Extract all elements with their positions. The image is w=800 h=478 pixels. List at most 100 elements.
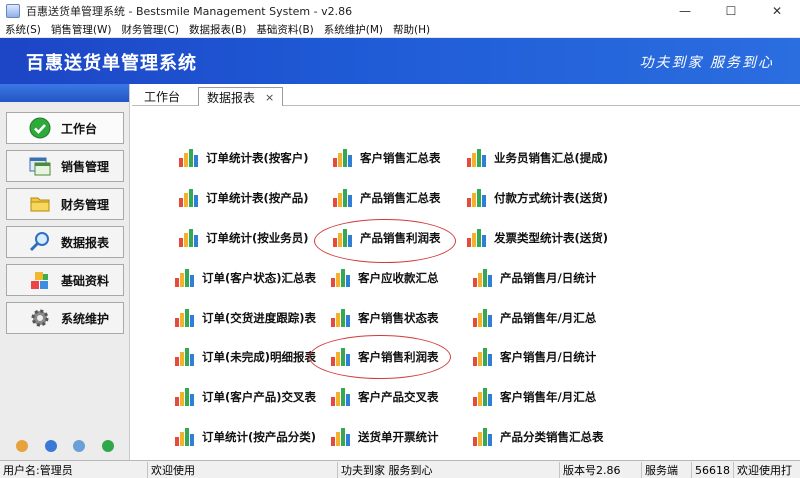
clock-icon[interactable] [44,440,57,452]
highlight-circle [309,335,451,379]
report-link[interactable]: 客户销售月/日统计 [472,347,596,367]
report-link[interactable]: 客户销售状态表 [330,308,439,328]
bar-chart-icon [332,148,354,168]
bar-chart-icon [332,188,354,208]
menu-basic-data[interactable]: 基础资料(B) [251,22,318,37]
banner: 百惠送货单管理系统 功夫到家 服务到心 [0,38,800,84]
report-label: 客户产品交叉表 [358,390,439,404]
report-label: 客户销售月/日统计 [500,350,597,364]
report-label: 订单(未完成)明细报表 [202,350,317,364]
report-label: 发票类型统计表(送货) [494,231,609,245]
report-link[interactable]: 订单统计(按业务员) [178,228,309,248]
report-link[interactable]: 订单(客户状态)汇总表 [174,268,316,288]
bar-chart-icon [178,228,200,248]
sidebar-item-maintenance[interactable]: 系统维护 [6,302,124,334]
folder-icon [29,193,51,215]
report-link[interactable]: 订单(客户产品)交叉表 [174,387,316,407]
bar-chart-icon [472,387,494,407]
app-icon [6,4,20,18]
report-link[interactable]: 送货单开票统计 [330,427,439,447]
bar-chart-icon [330,268,352,288]
menu-bar: 系统(S) 销售管理(W) 财务管理(C) 数据报表(B) 基础资料(B) 系统… [0,22,800,38]
menu-system[interactable]: 系统(S) [0,22,46,37]
report-link[interactable]: 发票类型统计表(送货) [466,228,608,248]
report-link[interactable]: 客户销售汇总表 [332,148,441,168]
sidebar-item-label: 数据报表 [61,235,110,250]
calculator-icon[interactable] [73,440,86,452]
report-link[interactable]: 产品分类销售汇总表 [472,427,604,447]
menu-sales[interactable]: 销售管理(W) [46,22,117,37]
report-label: 订单(客户状态)汇总表 [202,271,317,285]
bar-chart-icon [330,427,352,447]
menu-maintenance[interactable]: 系统维护(M) [319,22,388,37]
sidebar-item-sales[interactable]: 销售管理 [6,150,124,182]
report-label: 订单(交货进度跟踪)表 [202,311,317,325]
status-welcome-2: 欢迎使用打 [737,464,792,477]
tab-label: 工作台 [144,90,181,104]
report-label: 业务员销售汇总(提成) [494,151,609,165]
menu-reports[interactable]: 数据报表(B) [184,22,251,37]
bar-chart-icon [466,228,488,248]
sidebar-item-basic-data[interactable]: 基础资料 [6,264,124,296]
bar-chart-icon [330,308,352,328]
report-link[interactable]: 付款方式统计表(送货) [466,188,608,208]
report-link[interactable]: 业务员销售汇总(提成) [466,148,608,168]
report-link[interactable]: 客户产品交叉表 [330,387,439,407]
minimize-button[interactable]: — [662,0,708,22]
sidebar-toolbar [0,436,130,456]
bar-chart-icon [174,268,196,288]
status-welcome: 欢迎使用 [148,462,338,478]
maximize-button[interactable]: ☐ [708,0,754,22]
tab-workbench[interactable]: 工作台 [136,87,188,106]
status-server-port: 56618 [692,462,734,478]
menu-help[interactable]: 帮助(H) [388,22,435,37]
report-link[interactable]: 客户销售年/月汇总 [472,387,596,407]
report-label: 送货单开票统计 [358,430,439,444]
bar-chart-icon [174,427,196,447]
tab-reports[interactable]: 数据报表 × [198,87,284,106]
report-label: 订单统计表(按客户) [206,151,309,165]
report-link[interactable]: 订单统计(按产品分类) [174,427,316,447]
sidebar-item-workbench[interactable]: 工作台 [6,112,124,144]
report-label: 订单统计(按产品分类) [202,430,317,444]
tab-close-icon[interactable]: × [265,91,274,104]
report-link[interactable]: 订单统计表(按产品) [178,188,309,208]
tab-label: 数据报表 [207,90,256,105]
tab-bar: 工作台 数据报表 × [132,84,800,106]
window-icon [29,155,51,177]
report-link[interactable]: 产品销售月/日统计 [472,268,596,288]
report-label: 客户销售年/月汇总 [500,390,597,404]
status-bar: 用户名:管理员 欢迎使用 功夫到家 服务到心 版本号2.86 服务端 56618… [0,460,800,478]
exit-icon[interactable] [101,440,114,452]
report-panel: 订单统计表(按客户) 订单统计表(按产品) 订单统计(按业务员) 订单(客户状态)汇总… [132,106,800,460]
report-link[interactable]: 产品销售年/月汇总 [472,308,596,328]
report-label: 客户应收款汇总 [358,271,439,285]
gear-icon [29,307,51,329]
report-link[interactable]: 客户应收款汇总 [330,268,439,288]
report-label: 产品分类销售汇总表 [500,430,604,444]
status-slogan: 功夫到家 服务到心 [338,462,560,478]
banner-slogan: 功夫到家 服务到心 [639,55,774,71]
status-user: 用户名:管理员 [0,462,148,478]
sidebar-item-reports[interactable]: 数据报表 [6,226,124,258]
bar-chart-icon [330,387,352,407]
sidebar-header-strip [0,84,129,102]
report-link[interactable]: 产品销售汇总表 [332,188,441,208]
report-label: 客户销售汇总表 [360,151,441,165]
report-label: 产品销售汇总表 [360,191,441,205]
status-server-label: 服务端 [642,462,692,478]
magnifier-icon [29,231,51,253]
bar-chart-icon [178,188,200,208]
report-link[interactable]: 订单统计表(按客户) [178,148,309,168]
bar-chart-icon [174,387,196,407]
title-bar: 百惠送货单管理系统 - Bestsmile Management System … [0,0,800,22]
close-button[interactable]: ✕ [754,0,800,22]
window-title: 百惠送货单管理系统 - Bestsmile Management System … [26,5,353,18]
report-link[interactable]: 订单(交货进度跟踪)表 [174,308,316,328]
bar-chart-icon [174,308,196,328]
menu-finance[interactable]: 财务管理(C) [116,22,184,37]
report-label: 订单统计表(按产品) [206,191,309,205]
note-icon[interactable] [16,440,29,452]
report-link[interactable]: 订单(未完成)明细报表 [174,347,316,367]
sidebar-item-finance[interactable]: 财务管理 [6,188,124,220]
